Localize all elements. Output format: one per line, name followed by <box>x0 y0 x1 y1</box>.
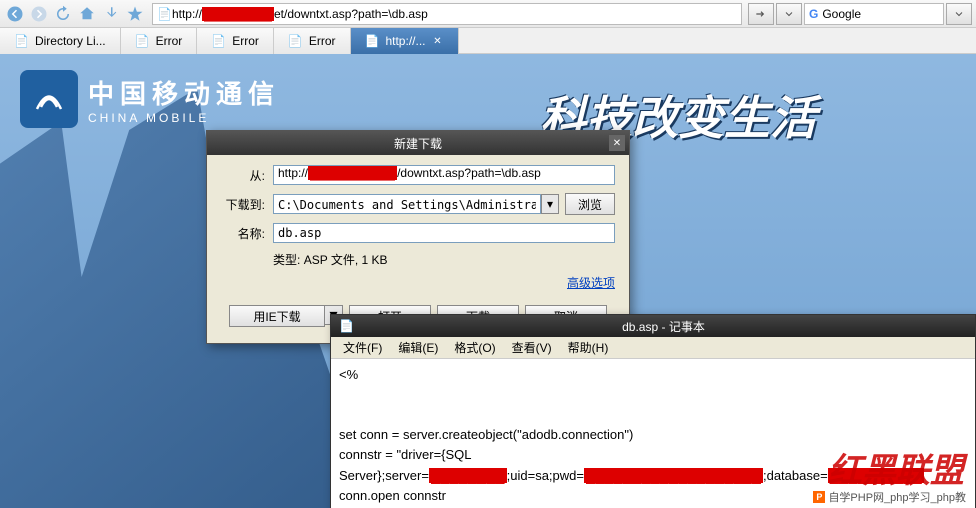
downloads-button[interactable] <box>100 3 122 25</box>
config-button[interactable] <box>776 3 802 25</box>
page-icon: 📄 <box>14 34 29 48</box>
search-config-button[interactable] <box>946 3 972 25</box>
from-input[interactable]: http://██████████/downtxt.asp?path=\db.a… <box>273 165 615 185</box>
page-content: 中国移动通信 CHINA MOBILE 科技改变生活 新建下载 ✕ 从: htt… <box>0 54 976 508</box>
menu-edit[interactable]: 编辑(E) <box>392 337 444 358</box>
browse-button[interactable]: 浏览 <box>565 193 615 215</box>
url-redacted: ████████ <box>202 7 274 21</box>
footer-link[interactable]: P 自学PHP网_php学习_php教 <box>809 488 970 506</box>
url-suffix: et/downtxt.asp?path=\db.asp <box>274 7 428 21</box>
tab-active[interactable]: 📄http://...✕ <box>351 28 459 54</box>
to-dropdown[interactable]: ▾ <box>541 194 559 214</box>
notepad-menu: 文件(F) 编辑(E) 格式(O) 查看(V) 帮助(H) <box>331 337 975 359</box>
from-label: 从: <box>221 167 265 184</box>
menu-format[interactable]: 格式(O) <box>448 337 501 358</box>
address-bar[interactable]: 📄 http://████████et/downtxt.asp?path=\db… <box>152 3 742 25</box>
google-icon: G <box>809 7 818 21</box>
logo-text-cn: 中国移动通信 <box>88 74 280 111</box>
back-button[interactable] <box>4 3 26 25</box>
favorite-button[interactable] <box>124 3 146 25</box>
forward-button[interactable] <box>28 3 50 25</box>
footer-icon: P <box>813 491 825 503</box>
reload-button[interactable] <box>52 3 74 25</box>
close-icon[interactable]: ✕ <box>432 35 444 47</box>
type-value: ASP 文件, 1 KB <box>304 253 388 267</box>
name-input[interactable] <box>273 223 615 243</box>
page-icon: 📄 <box>211 34 226 48</box>
url-prefix: http:// <box>172 7 202 21</box>
notepad-icon: 📄 <box>339 319 354 333</box>
advanced-link[interactable]: 高级选项 <box>221 274 615 291</box>
go-button[interactable] <box>748 3 774 25</box>
logo-text-en: CHINA MOBILE <box>88 111 280 125</box>
menu-view[interactable]: 查看(V) <box>506 337 558 358</box>
dialog-title-bar[interactable]: 新建下载 ✕ <box>207 131 629 155</box>
tab-error-1[interactable]: 📄Error <box>121 28 198 54</box>
ie-download-button[interactable]: 用IE下载 <box>229 305 325 327</box>
watermark-stamp: 红黑联盟 <box>828 443 964 492</box>
search-box[interactable]: G Google <box>804 3 944 25</box>
to-input[interactable] <box>273 194 541 214</box>
download-dialog: 新建下载 ✕ 从: http://██████████/downtxt.asp?… <box>206 130 630 344</box>
tab-error-3[interactable]: 📄Error <box>274 28 351 54</box>
browser-toolbar: 📄 http://████████et/downtxt.asp?path=\db… <box>0 0 976 28</box>
page-icon: 📄 <box>288 34 303 48</box>
tab-error-2[interactable]: 📄Error <box>197 28 274 54</box>
close-button[interactable]: ✕ <box>609 135 625 151</box>
dialog-title: 新建下载 <box>394 135 442 152</box>
notepad-title-bar[interactable]: 📄 db.asp - 记事本 <box>331 315 975 337</box>
logo: 中国移动通信 CHINA MOBILE <box>20 70 280 128</box>
logo-mark <box>20 70 78 128</box>
type-label: 类型: <box>273 253 300 267</box>
menu-help[interactable]: 帮助(H) <box>562 337 615 358</box>
url-input[interactable] <box>428 7 737 21</box>
home-button[interactable] <box>76 3 98 25</box>
search-engine: Google <box>822 7 861 21</box>
page-icon: 📄 <box>135 34 150 48</box>
tab-directory[interactable]: 📄Directory Li... <box>0 28 121 54</box>
tab-bar: 📄Directory Li... 📄Error 📄Error 📄Error 📄h… <box>0 28 976 54</box>
page-icon: 📄 <box>157 7 172 21</box>
to-label: 下载到: <box>221 196 265 213</box>
menu-file[interactable]: 文件(F) <box>337 337 388 358</box>
notepad-title: db.asp - 记事本 <box>360 318 967 335</box>
page-icon: 📄 <box>365 34 380 48</box>
name-label: 名称: <box>221 225 265 242</box>
